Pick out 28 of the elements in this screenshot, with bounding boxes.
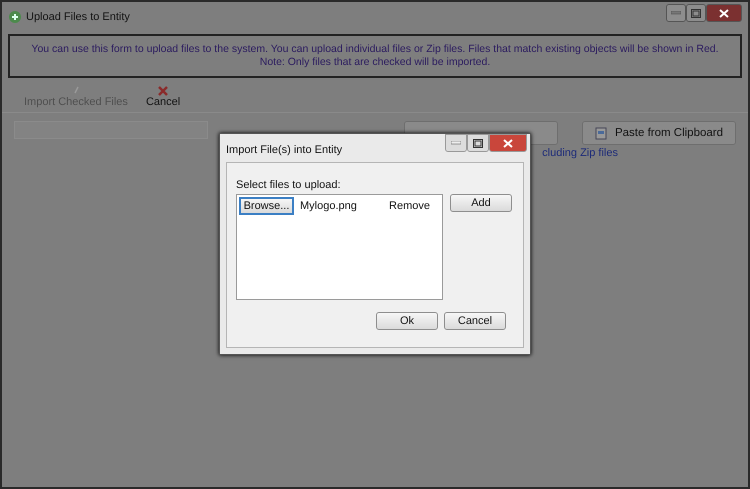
info-text: You can use this form to upload files to the system. You can upload individual files or Zip files. Files that match existing objects will be shown in Red. [31, 43, 719, 56]
app-icon [8, 10, 22, 24]
minimize-icon [451, 141, 461, 145]
ok-button[interactable]: Ok [376, 312, 438, 330]
select-files-label: Select files to upload: [236, 179, 342, 191]
cancel-button[interactable]: Cancel [146, 86, 180, 112]
file-name: Mylogo.png [300, 200, 358, 212]
info-text: Note: Only files that are checked will be imported. [260, 56, 490, 69]
cancel-button[interactable]: Cancel [444, 312, 506, 330]
maximize-button[interactable] [686, 4, 706, 22]
window-title: Upload Files to Entity [26, 11, 131, 23]
maximize-button[interactable] [467, 134, 489, 152]
dialog-title: Import File(s) into Entity [226, 144, 344, 156]
maximize-icon [691, 8, 701, 18]
minimize-icon [671, 11, 681, 15]
add-button[interactable]: Add [450, 194, 512, 212]
close-icon [503, 138, 513, 148]
close-button[interactable] [489, 134, 527, 152]
cross-icon [158, 86, 168, 96]
browse-button[interactable]: Browse... [239, 197, 294, 215]
paste-button[interactable]: Paste from Clipboard [582, 121, 736, 145]
close-button[interactable] [706, 4, 742, 22]
minimize-button[interactable] [666, 4, 686, 22]
maximize-icon [473, 138, 483, 148]
hint-text: cluding Zip files [542, 147, 618, 159]
close-icon [719, 8, 729, 18]
clipboard-icon [594, 126, 607, 140]
remove-link[interactable]: Remove [389, 200, 440, 212]
